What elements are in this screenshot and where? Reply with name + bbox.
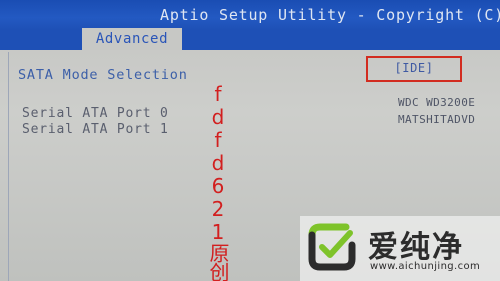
logo-url: www.aichunjing.com [370,261,481,272]
title-bar: Aptio Setup Utility - Copyright (C) [0,0,500,30]
logo-title: 爱纯净 [368,230,464,265]
tab-advanced[interactable]: Advanced [82,28,182,50]
sata-mode-label[interactable]: SATA Mode Selection [18,67,188,83]
sata-mode-value[interactable]: [IDE] [368,61,460,75]
watermark-text: fdfd621原创 [206,82,230,281]
serial-ata-port-0-label: Serial ATA Port 0 [22,106,169,121]
bios-screen: Aptio Setup Utility - Copyright (C) Adva… [0,0,500,281]
tab-bar [0,30,500,50]
serial-ata-port-1-device: MATSHITADVD [398,113,476,126]
logo-mark-icon [308,223,356,271]
serial-ata-port-1-label: Serial ATA Port 1 [22,122,169,137]
app-title: Aptio Setup Utility - Copyright (C) [160,6,500,24]
sata-mode-value-highlight[interactable]: [IDE] [366,56,462,82]
serial-ata-port-0-device: WDC WD3200E [398,96,476,109]
site-logo: 爱纯净 www.aichunjing.com [300,216,500,281]
